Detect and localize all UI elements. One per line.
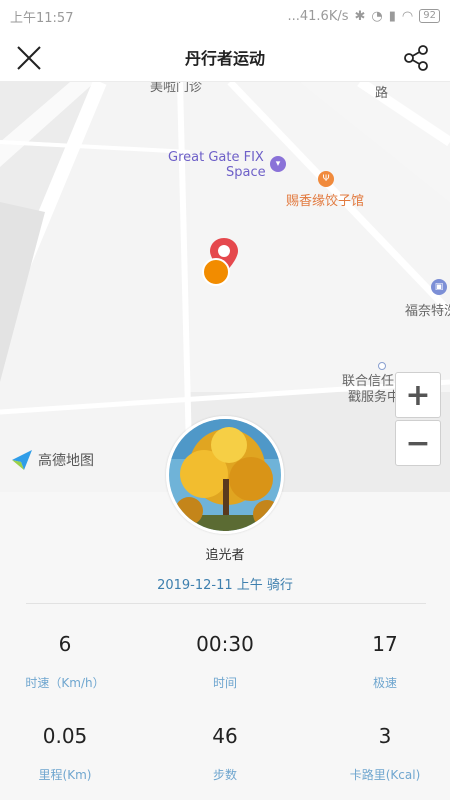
map-label-union-2: 戳服务中 xyxy=(348,390,401,405)
stat-value: 17 xyxy=(372,632,398,656)
status-icons: ...41.6K/s ✱ ◔ ▮ ◠ 92 xyxy=(287,9,440,24)
map-label-fuina: 福奈特洗 xyxy=(405,304,450,319)
bluetooth-icon: ✱ xyxy=(354,8,366,24)
signal-icon: ▮ xyxy=(388,8,396,24)
stat-label: 极速 xyxy=(372,676,397,690)
stat-speed: 6 时速（Km/h） xyxy=(0,632,140,691)
stat-max-speed: 17 极速 xyxy=(310,632,450,691)
stat-calories: 3 卡路里(Kcal) xyxy=(310,724,450,783)
share-icon[interactable] xyxy=(402,44,430,72)
network-speed: ...41.6K/s xyxy=(287,8,349,24)
wifi-icon: ◠ xyxy=(401,8,414,24)
battery-indicator: 92 xyxy=(419,9,440,23)
stat-label: 里程(Km) xyxy=(38,768,92,782)
zoom-out-button[interactable]: − xyxy=(395,420,441,466)
stat-label: 步数 xyxy=(212,768,237,782)
stat-value: 3 xyxy=(378,724,392,748)
stat-value: 46 xyxy=(212,724,238,748)
page-title: 丹行者运动 xyxy=(184,48,265,68)
amap-logo: 高德地图 xyxy=(10,448,94,472)
zoom-in-button[interactable]: + xyxy=(395,372,441,418)
status-time: 上午11:57 xyxy=(10,10,74,26)
amap-logo-icon xyxy=(12,450,32,470)
stat-duration: 00:30 时间 xyxy=(150,632,300,691)
status-bar: 上午11:57 ...41.6K/s ✱ ◔ ▮ ◠ 92 xyxy=(0,0,450,32)
avatar-image xyxy=(169,419,281,531)
amap-logo-text: 高德地图 xyxy=(38,453,94,469)
map-label-restaurant: 赐香缘饺子馆 xyxy=(286,194,365,209)
close-icon[interactable] xyxy=(14,43,44,73)
map-label-great-gate-2: Space xyxy=(226,165,266,180)
alarm-icon: ◔ xyxy=(371,8,383,24)
stat-label: 时间 xyxy=(212,676,237,690)
username: 追光者 xyxy=(205,548,245,563)
map-label-clinic: 美啦门诊 xyxy=(150,82,203,95)
stat-label: 时速（Km/h） xyxy=(25,676,105,690)
store-icon[interactable]: ▣ xyxy=(431,279,447,295)
stat-value: 0.05 xyxy=(42,724,88,748)
map-label-road: 路 xyxy=(375,86,389,101)
shopping-cart-icon[interactable]: ▾ xyxy=(270,156,286,172)
stat-value: 6 xyxy=(58,632,72,656)
restaurant-icon[interactable]: Ψ xyxy=(318,171,334,187)
start-point-marker xyxy=(202,258,230,286)
divider xyxy=(26,603,426,604)
activity-date-type: 2019-12-11 上午 骑行 xyxy=(157,578,293,593)
app-header: 丹行者运动 xyxy=(0,32,450,82)
stat-steps: 46 步数 xyxy=(150,724,300,783)
stat-value: 00:30 xyxy=(196,632,254,656)
avatar[interactable] xyxy=(166,416,284,534)
stat-label: 卡路里(Kcal) xyxy=(349,768,421,782)
map-label-great-gate: Great Gate FIX xyxy=(168,150,264,165)
stat-distance: 0.05 里程(Km) xyxy=(0,724,140,783)
location-point-icon xyxy=(378,362,386,370)
